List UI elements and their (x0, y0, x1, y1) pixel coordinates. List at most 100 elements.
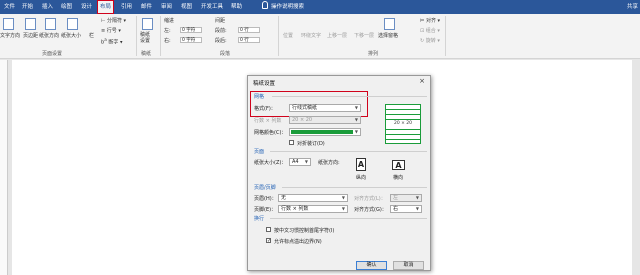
indent-right-input[interactable]: 0 字符 (180, 37, 202, 43)
tab-home[interactable]: 开始 (19, 0, 36, 14)
spacing-after-input[interactable]: 0 行 (238, 37, 260, 43)
selection-pane-icon[interactable] (384, 18, 395, 30)
paragraph-group-label: 段落 (220, 51, 231, 57)
tab-view[interactable]: 视图 (178, 0, 195, 14)
hyphenation-label: 断字 (108, 39, 119, 46)
chevron-down-icon: ▼ (415, 206, 419, 211)
draft-paper-button[interactable]: 稿纸设置 (140, 32, 154, 44)
rotate-label: 旋转 (425, 38, 436, 44)
divider (282, 187, 427, 188)
spacing-before-label: 段前: (215, 28, 227, 34)
grid-section-title: 网格 (254, 94, 265, 100)
share-button[interactable]: 共享 (627, 0, 638, 14)
paper-size-select[interactable]: A4 ▼ (289, 158, 311, 166)
preview-line (386, 119, 420, 120)
divider (270, 151, 427, 152)
spacing-title: 间距 (215, 18, 226, 24)
header-select[interactable]: 无 ▼ (278, 194, 348, 202)
breaks-button[interactable]: ⊢ 分隔符 ▾ (101, 17, 126, 24)
rows-cols-select[interactable]: 20 × 20 ▼ (289, 116, 361, 124)
rotate-button[interactable]: ↻ 旋转 ▾ (420, 37, 440, 44)
cancel-button[interactable]: 取消 (393, 261, 424, 270)
close-icon[interactable]: × (419, 77, 425, 85)
dialog-title: 稿纸设置 (253, 81, 276, 87)
size-icon[interactable] (67, 18, 78, 30)
indent-right-label: 右: (164, 38, 171, 44)
grid-color-select[interactable]: ▼ (289, 128, 361, 136)
orientation-icon[interactable] (45, 18, 56, 30)
divider (270, 218, 427, 219)
text-direction-button[interactable]: 文字方向 (0, 32, 20, 39)
group-label: 组合 (425, 28, 436, 34)
tab-layout[interactable]: 布局 (97, 0, 115, 14)
size-button[interactable]: 纸张大小 (61, 32, 81, 39)
line-numbers-button[interactable]: ≡ 行号 ▾ (101, 27, 121, 34)
tab-developer[interactable]: 开发工具 (198, 0, 226, 14)
draft-paper-dialog: 稿纸设置 × 网格 格式(F)： 行线式稿纸 ▼ 行数 × 列数 20 × 20 ▼… (247, 75, 431, 271)
orientation-button[interactable]: 纸张方向 (39, 32, 59, 39)
portrait-label: 纵向 (356, 175, 367, 181)
group-separator (278, 16, 279, 56)
format-label: 格式(F)： (254, 106, 276, 112)
group-button[interactable]: ⊡ 组合 ▾ (420, 27, 440, 34)
footer-label: 页脚(E)： (254, 207, 277, 213)
page-setup-group-label: 页面设置 (42, 51, 63, 57)
preview-line (386, 109, 420, 110)
footer-align-label: 对齐方式(G)： (354, 207, 387, 213)
tab-references[interactable]: 引用 (118, 0, 135, 14)
tell-me-search[interactable]: 操作说明搜索 (262, 0, 304, 14)
paper-size-value: A4 (292, 159, 299, 165)
align-label: 对齐 (425, 18, 436, 24)
header-align-select[interactable]: 左 ▼ (390, 194, 422, 202)
divider (272, 96, 427, 97)
tab-file[interactable]: 文件 (1, 0, 18, 14)
align-button[interactable]: ⊨ 对齐 ▾ (420, 17, 440, 24)
bring-forward-button[interactable]: 上移一层 (327, 32, 347, 39)
spacing-after-label: 段后: (215, 38, 227, 44)
indent-left-label: 左: (164, 28, 171, 34)
draft-paper-icon[interactable] (142, 18, 153, 30)
format-select[interactable]: 行线式稿纸 ▼ (289, 104, 361, 112)
header-value: 无 (281, 195, 287, 201)
rows-cols-label: 行数 × 列数 (254, 118, 282, 124)
tab-mailings[interactable]: 邮件 (138, 0, 155, 14)
opt2-checkbox[interactable]: ✓ (266, 238, 271, 244)
portrait-icon[interactable]: A (356, 158, 366, 171)
ok-button[interactable]: 确认 (356, 261, 387, 270)
page-section-title: 页面 (254, 149, 265, 155)
margins-button[interactable]: 页边距 (23, 32, 38, 39)
margins-icon[interactable] (25, 18, 36, 30)
tab-draw[interactable]: 绘图 (58, 0, 75, 14)
footer-value: 行数 × 列数 (281, 206, 309, 212)
indent-left-input[interactable]: 0 字符 (180, 27, 202, 33)
columns-button[interactable]: 栏 (89, 32, 94, 39)
text-direction-icon[interactable] (3, 18, 14, 30)
landscape-label: 横向 (393, 175, 404, 181)
hyphenation-button[interactable]: ba 断字 ▾ (101, 37, 122, 46)
fold-label: 对折装订(D) (297, 141, 325, 147)
preview-line (386, 134, 420, 135)
header-align-value: 左 (393, 195, 399, 201)
chevron-down-icon: ▼ (304, 159, 308, 164)
position-button[interactable]: 位置 (283, 32, 293, 39)
preview-line (386, 129, 420, 130)
spacing-before-input[interactable]: 0 行 (238, 27, 260, 33)
footer-align-select[interactable]: 右 ▼ (390, 205, 422, 213)
opt1-label: 按中文习惯控制首尾字符(I) (274, 228, 335, 234)
footer-select[interactable]: 行数 × 列数 ▼ (278, 205, 348, 213)
vertical-ruler (0, 60, 8, 275)
wrap-text-button[interactable]: 环绕文字 (301, 32, 321, 39)
fold-checkbox[interactable] (289, 140, 294, 145)
chevron-down-icon: ▼ (354, 105, 358, 110)
tab-insert[interactable]: 插入 (39, 0, 56, 14)
opt1-checkbox[interactable] (266, 227, 271, 232)
opt2-label: 允许标点溢出边界(N) (274, 239, 322, 245)
tab-help[interactable]: 帮助 (228, 0, 245, 14)
tab-review[interactable]: 审阅 (158, 0, 175, 14)
send-backward-button[interactable]: 下移一层 (354, 32, 374, 39)
group-separator (136, 16, 137, 56)
breaks-label: 分隔符 (106, 18, 122, 24)
landscape-icon[interactable]: A (392, 160, 405, 170)
selection-pane-button[interactable]: 选择窗格 (378, 32, 398, 39)
tab-design[interactable]: 设计 (78, 0, 95, 14)
